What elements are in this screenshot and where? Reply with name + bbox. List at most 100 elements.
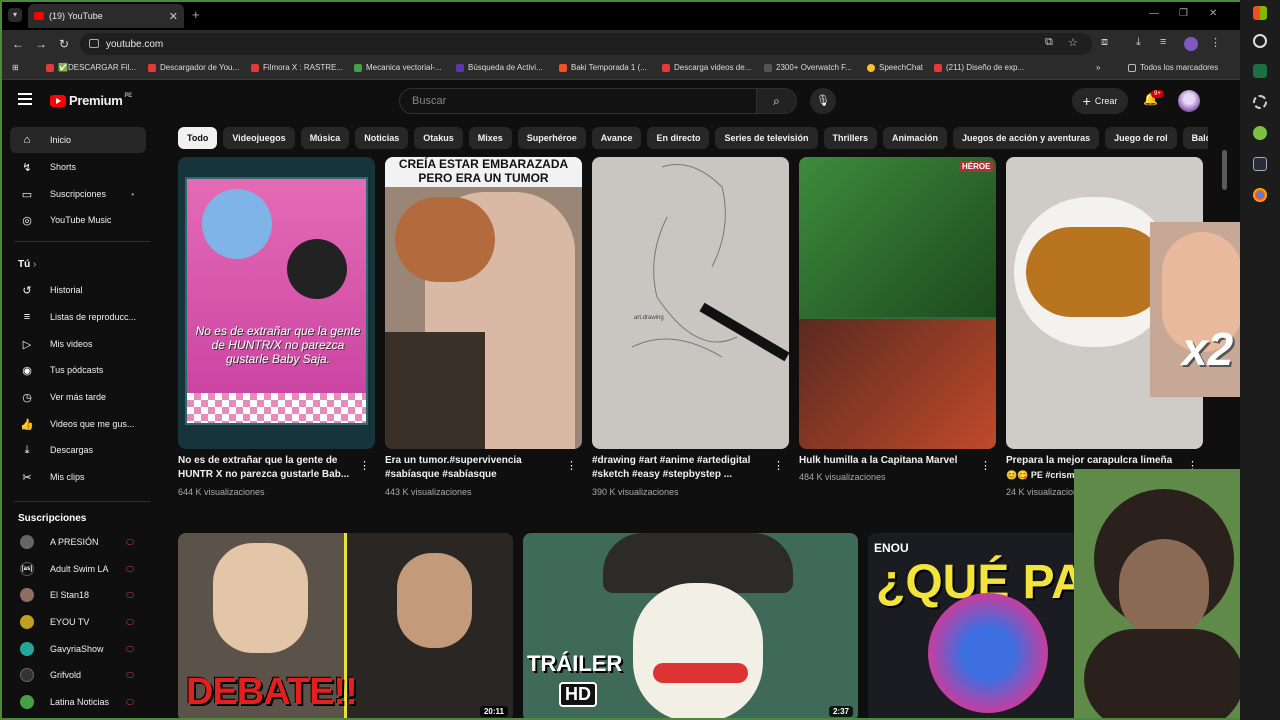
chrome-icon[interactable] (1253, 188, 1267, 202)
chip[interactable]: Música (300, 127, 350, 149)
new-tab-icon[interactable]: + (192, 7, 200, 22)
sidebar-item-ver-mas-tarde[interactable]: ◷ Ver más tarde (10, 384, 146, 410)
bookmark-item[interactable]: Mecanica vectorial-... (354, 63, 442, 72)
chip[interactable]: Series de televisión (715, 127, 818, 149)
more-options-icon[interactable]: ⋮ (566, 459, 577, 472)
short-thumbnail[interactable]: art.drawing (592, 157, 789, 449)
chip[interactable]: Mixes (468, 127, 512, 149)
download-icon[interactable]: ⤓ (1136, 36, 1141, 49)
sidebar-item-historial[interactable]: ↺ Historial (10, 277, 146, 303)
short-title[interactable]: Era un tumor.#supervivencia #sabíasque #… (385, 454, 560, 482)
chip[interactable]: Juego de rol (1105, 127, 1177, 149)
sidebar-item-listas[interactable]: ≡ Listas de reproducc... (10, 304, 146, 330)
chip[interactable]: Thrillers (823, 127, 878, 149)
sidebar-item-suscripciones[interactable]: ▭ Suscripciones • (10, 181, 146, 207)
site-info-icon[interactable] (89, 39, 99, 48)
subscription-channel[interactable]: Grifvold (10, 662, 146, 688)
app-icon[interactable] (1253, 126, 1267, 140)
extensions-icon[interactable]: ⧈ (1101, 36, 1108, 49)
close-window-icon[interactable]: ✕ (1209, 8, 1217, 19)
chip[interactable]: Otakus (414, 127, 463, 149)
short-thumbnail[interactable]: HÉROE (799, 157, 996, 449)
short-title[interactable]: #drawing #art #anime #artedigital #sketc… (592, 454, 767, 482)
bookmark-item[interactable]: Descargador de You... (148, 63, 239, 72)
clips-icon: ✂ (22, 471, 32, 484)
bookmark-item[interactable]: 2300+ Overwatch F... (764, 63, 852, 72)
search-input[interactable]: Buscar (399, 88, 757, 114)
bookmark-item[interactable]: (211) Diseño de exp... (934, 63, 1024, 72)
voice-search-button[interactable]: 🎙 (810, 88, 836, 114)
short-title[interactable]: Hulk humilla a la Capitana Marvel (799, 454, 974, 468)
chip[interactable]: Animación (883, 127, 948, 149)
more-options-icon[interactable]: ⋮ (980, 459, 991, 472)
url-field[interactable]: youtube.com (80, 33, 1092, 55)
back-icon[interactable]: ← (12, 37, 24, 51)
maximize-icon[interactable]: ❐ (1179, 8, 1188, 19)
short-thumbnail[interactable]: CREÍA ESTAR EMBARAZADA PERO ERA UN TUMOR (385, 157, 582, 449)
short-title[interactable]: Prepara la mejor carapulcra limeña (1006, 454, 1186, 468)
more-options-icon[interactable]: ⋮ (773, 459, 784, 472)
apps-grid-icon[interactable]: ⊞ (12, 63, 19, 72)
chips-next-chevron-icon[interactable]: › (1194, 131, 1197, 142)
bookmark-item[interactable]: Filmora X : RASTRE... (251, 63, 343, 72)
close-tab-icon[interactable]: ✕ (169, 10, 178, 23)
browser-tab[interactable]: (19) YouTube ✕ (28, 4, 184, 28)
you-section-header[interactable]: Tú › (18, 259, 36, 270)
chip[interactable]: Videojuegos (223, 127, 295, 149)
excel-icon[interactable] (1253, 64, 1267, 78)
chip[interactable]: Noticias (355, 127, 409, 149)
more-bookmarks-icon[interactable]: » (1096, 63, 1100, 72)
sidebar: ⌂ Inicio ↯ Shorts ▭ Suscripciones • ◎ YouTube… (2, 121, 162, 718)
chip-todo[interactable]: Todo (178, 127, 218, 149)
subscription-channel[interactable]: A PRESIÓN (10, 529, 146, 555)
user-avatar[interactable] (1178, 90, 1200, 112)
tab-search-icon[interactable]: ▾ (8, 8, 22, 22)
video-thumbnail[interactable]: DEBATE!! 20:11 (178, 533, 513, 718)
chip[interactable]: Avance (591, 127, 642, 149)
create-button[interactable]: + Crear (1072, 88, 1128, 114)
short-title[interactable]: No es de extrañar que la gente de HUNTR … (178, 454, 353, 482)
sidebar-item-inicio[interactable]: ⌂ Inicio (10, 127, 146, 153)
search-icon[interactable] (1253, 34, 1267, 48)
subscription-channel[interactable]: [as] Adult Swim LA (10, 556, 146, 582)
profile-icon[interactable] (1184, 37, 1198, 51)
search-button[interactable]: ⌕ (757, 88, 797, 114)
video-thumbnail[interactable]: ENOU ¿QUÉ PA (868, 533, 1078, 718)
hamburger-menu-icon[interactable] (18, 93, 32, 105)
media-controls-icon[interactable]: ≡ (1160, 36, 1166, 48)
scrollbar-thumb[interactable] (1222, 150, 1227, 190)
windows-start-icon[interactable] (1253, 6, 1267, 20)
video-thumbnail[interactable]: TRÁILER HD 2:37 (523, 533, 858, 718)
sidebar-item-mis-clips[interactable]: ✂ Mis clips (10, 464, 146, 490)
chip[interactable]: Superhéroe (517, 127, 586, 149)
chip[interactable]: En directo (647, 127, 710, 149)
bookmark-item[interactable]: Baki Temporada 1 (... (559, 63, 647, 72)
subscription-channel[interactable]: El Stan18 (10, 582, 146, 608)
sidebar-item-podcasts[interactable]: ◉ Tus pódcasts (10, 357, 146, 383)
sidebar-item-mis-videos[interactable]: ▷ Mis videos (10, 331, 146, 357)
settings-gear-icon[interactable] (1253, 95, 1267, 109)
bookmark-item[interactable]: Descarga videos de... (662, 63, 751, 72)
sidebar-item-shorts[interactable]: ↯ Shorts (10, 154, 146, 180)
all-bookmarks-folder[interactable]: Todos los marcadores (1128, 63, 1218, 72)
sidebar-item-descargas[interactable]: ⤓ Descargas (10, 437, 146, 463)
bookmark-item[interactable]: Búsqueda de Activi... (456, 63, 543, 72)
youtube-premium-logo[interactable]: Premium PE (50, 93, 132, 108)
sidebar-item-youtube-music[interactable]: ◎ YouTube Music (10, 207, 146, 233)
chip[interactable]: Juegos de acción y aventuras (953, 127, 1100, 149)
reload-icon[interactable]: ↻ (59, 37, 69, 51)
bookmark-item[interactable]: ✅DESCARGAR Fil... (46, 63, 136, 72)
forward-icon[interactable]: → (35, 37, 47, 51)
subscription-channel[interactable]: EYOU TV (10, 609, 146, 635)
minimize-icon[interactable]: — (1149, 8, 1159, 19)
short-thumbnail[interactable]: No es de extrañar que la gente de HUNTR/… (178, 157, 375, 449)
menu-dots-icon[interactable]: ⋮ (1210, 36, 1221, 49)
bookmark-item[interactable]: SpeechChat (867, 63, 923, 72)
install-app-icon[interactable]: ⧉ (1045, 36, 1053, 49)
sidebar-item-liked[interactable]: 👍 Videos que me gus... (10, 411, 146, 437)
subscription-channel[interactable]: GavyriaShow (10, 636, 146, 662)
more-options-icon[interactable]: ⋮ (359, 459, 370, 472)
app-u-icon[interactable] (1253, 157, 1267, 171)
bookmark-star-icon[interactable]: ☆ (1068, 36, 1078, 49)
subscription-channel[interactable]: Latina Noticias (10, 689, 146, 715)
